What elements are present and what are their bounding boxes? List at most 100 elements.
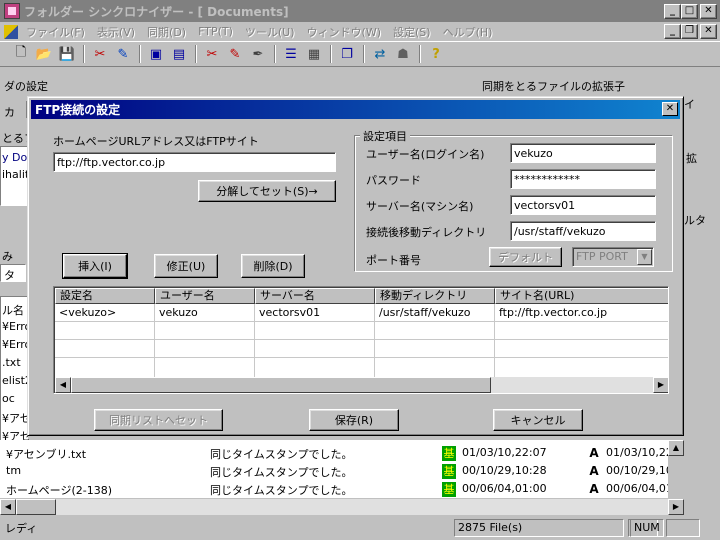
- table-horizontal-scrollbar[interactable]: ◀ ▶: [55, 377, 668, 393]
- open-folder-icon[interactable]: 📂: [35, 45, 53, 63]
- help-icon[interactable]: ?: [427, 45, 445, 63]
- close-icon[interactable]: ✕: [700, 4, 717, 19]
- decompose-set-button[interactable]: 分解してセット(S)→: [198, 180, 336, 202]
- user-input[interactable]: vekuzo: [510, 143, 656, 163]
- table-scroll-thumb[interactable]: [71, 377, 491, 393]
- file-name: ホームページ(2-138): [6, 484, 112, 497]
- file-status: 同じタイムスタンプでした。: [210, 466, 353, 479]
- cancel-button[interactable]: キャンセル: [493, 409, 583, 431]
- password-label: パスワード: [366, 174, 421, 187]
- file-name: ¥アセンブリ.txt: [6, 448, 87, 461]
- status-bar: レディ 2875 File(s) NUM: [0, 516, 720, 540]
- url-input[interactable]: ftp://ftp.vector.co.jp: [53, 152, 336, 172]
- port-select[interactable]: FTP PORT ▼: [572, 247, 654, 267]
- status-file-count: 2875 File(s): [454, 519, 624, 537]
- new-file-icon[interactable]: 🗋: [12, 45, 30, 63]
- child-minimize-button[interactable]: _: [664, 24, 681, 39]
- document-icon[interactable]: [4, 24, 18, 39]
- base-badge: 基: [442, 464, 456, 479]
- user-label: ユーザー名(ログイン名): [366, 148, 485, 161]
- scroll-left-arrow-icon[interactable]: ◀: [55, 377, 71, 393]
- scroll-right-arrow-icon[interactable]: ▶: [668, 499, 684, 515]
- default-port-button[interactable]: デフォルト: [489, 247, 562, 267]
- ext-group-label: 同期をとるファイルの拡張子: [482, 80, 625, 93]
- column-header-user-name[interactable]: ユーザー名: [155, 288, 255, 304]
- status-ready: レディ: [5, 522, 38, 535]
- menu-sync[interactable]: 同期(D): [141, 24, 192, 40]
- list-item[interactable]: tm 同じタイムスタンプでした。 基 00/10/29,10:28 A 00/1…: [0, 462, 668, 480]
- menu-file[interactable]: ファイル(F): [20, 24, 91, 40]
- archive-mark: A: [589, 464, 599, 478]
- menu-tools[interactable]: ツール(U): [239, 24, 301, 40]
- insert-button[interactable]: 挿入(I): [62, 253, 128, 279]
- toolbar-separator: [330, 45, 332, 63]
- pen-icon[interactable]: ✒: [249, 45, 267, 63]
- scroll-thumb[interactable]: [16, 499, 56, 515]
- file-name: tm: [6, 464, 22, 477]
- list-item[interactable]: ホームページ(2-138) 同じタイムスタンプでした。 基 00/06/04,0…: [0, 480, 668, 498]
- table-row[interactable]: <vekuzo> vekuzo vectorsv01 /usr/staff/ve…: [55, 304, 668, 321]
- ftp-disconnect-icon[interactable]: ☗: [394, 45, 412, 63]
- chevron-down-icon[interactable]: ▼: [637, 249, 652, 265]
- window-icon[interactable]: ▣: [147, 45, 165, 63]
- column-header-server-name[interactable]: サーバー名: [255, 288, 375, 304]
- window-alt-icon[interactable]: ▤: [170, 45, 188, 63]
- menu-settings[interactable]: 設定(S): [387, 24, 437, 40]
- copy-icon[interactable]: ❐: [338, 45, 356, 63]
- bg-fragment: み: [2, 250, 13, 263]
- menu-view[interactable]: 表示(V): [91, 24, 141, 40]
- file-date: 00/10/29,10: [606, 464, 668, 477]
- scroll-up-arrow-icon[interactable]: ▲: [668, 440, 684, 456]
- app-icon: [4, 3, 20, 19]
- directory-label: 接続後移動ディレクトリ: [366, 226, 487, 239]
- list-icon[interactable]: ☰: [282, 45, 300, 63]
- bg-column-header: ル名: [2, 304, 24, 317]
- maximize-button[interactable]: □: [681, 4, 698, 19]
- sync-tool2-icon[interactable]: ✂: [203, 45, 221, 63]
- password-input[interactable]: ************: [510, 169, 656, 189]
- settings-group-label: 設定項目: [360, 128, 410, 144]
- scroll-left-arrow-icon[interactable]: ◀: [0, 499, 16, 515]
- menu-window[interactable]: ウィンドウ(W): [301, 24, 387, 40]
- sync-list-set-button[interactable]: 同期リストへセット: [94, 409, 223, 431]
- panel-icon[interactable]: ▦: [305, 45, 323, 63]
- edit-icon[interactable]: ✎: [114, 45, 132, 63]
- menu-ftp[interactable]: FTP(T): [192, 25, 239, 38]
- server-input[interactable]: vectorsv01: [510, 195, 656, 215]
- save-button[interactable]: 保存(R): [309, 409, 399, 431]
- save-icon[interactable]: 💾: [58, 45, 76, 63]
- cell-directory: /usr/staff/vekuzo: [379, 306, 471, 319]
- list-item[interactable]: ¥アセンブリ.txt 同じタイムスタンプでした。 基 01/03/10,22:0…: [0, 444, 668, 462]
- cell-server-name: vectorsv01: [259, 306, 321, 319]
- status-num: NUM: [630, 519, 664, 537]
- delete-button[interactable]: 削除(D): [241, 254, 305, 278]
- status-scroll: [666, 519, 700, 537]
- port-label: ポート番号: [366, 254, 421, 267]
- file-date: 00/06/04,01:00: [462, 482, 547, 495]
- menu-help[interactable]: ヘルプ(H): [437, 24, 499, 40]
- ftp-settings-dialog: FTP接続の設定 ✕ ホームページURLアドレス又はFTPサイト ftp://f…: [27, 96, 684, 436]
- column-header-directory[interactable]: 移動ディレクトリ: [375, 288, 495, 304]
- scroll-right-arrow-icon[interactable]: ▶: [653, 377, 668, 393]
- child-close-icon[interactable]: ✕: [700, 24, 717, 39]
- directory-input[interactable]: /usr/staff/vekuzo: [510, 221, 656, 241]
- column-header-setting-name[interactable]: 設定名: [55, 288, 155, 304]
- column-header-site-url[interactable]: サイト名(URL): [495, 288, 668, 304]
- file-date: 00/06/04,01: [606, 482, 668, 495]
- toolbar-separator: [419, 45, 421, 63]
- ftp-connect-icon[interactable]: ⇄: [371, 45, 389, 63]
- modify-button[interactable]: 修正(U): [154, 254, 218, 278]
- child-restore-button[interactable]: ❐: [681, 24, 698, 39]
- bg-fragment: カ: [4, 106, 15, 119]
- file-date: 01/03/10,22: [606, 446, 668, 459]
- port-select-value: FTP PORT: [576, 250, 628, 263]
- main-horizontal-scrollbar[interactable]: ◀ ▶: [0, 498, 684, 515]
- edit2-icon[interactable]: ✎: [226, 45, 244, 63]
- ftp-settings-table[interactable]: 設定名 ユーザー名 サーバー名 移動ディレクトリ サイト名(URL) <veku…: [53, 286, 669, 394]
- dialog-title: FTP接続の設定: [35, 103, 121, 117]
- dialog-close-icon[interactable]: ✕: [662, 102, 678, 116]
- cell-setting-name: <vekuzo>: [59, 306, 117, 319]
- row-divider: [55, 357, 668, 358]
- sync-tool-icon[interactable]: ✂: [91, 45, 109, 63]
- minimize-button[interactable]: _: [664, 4, 681, 19]
